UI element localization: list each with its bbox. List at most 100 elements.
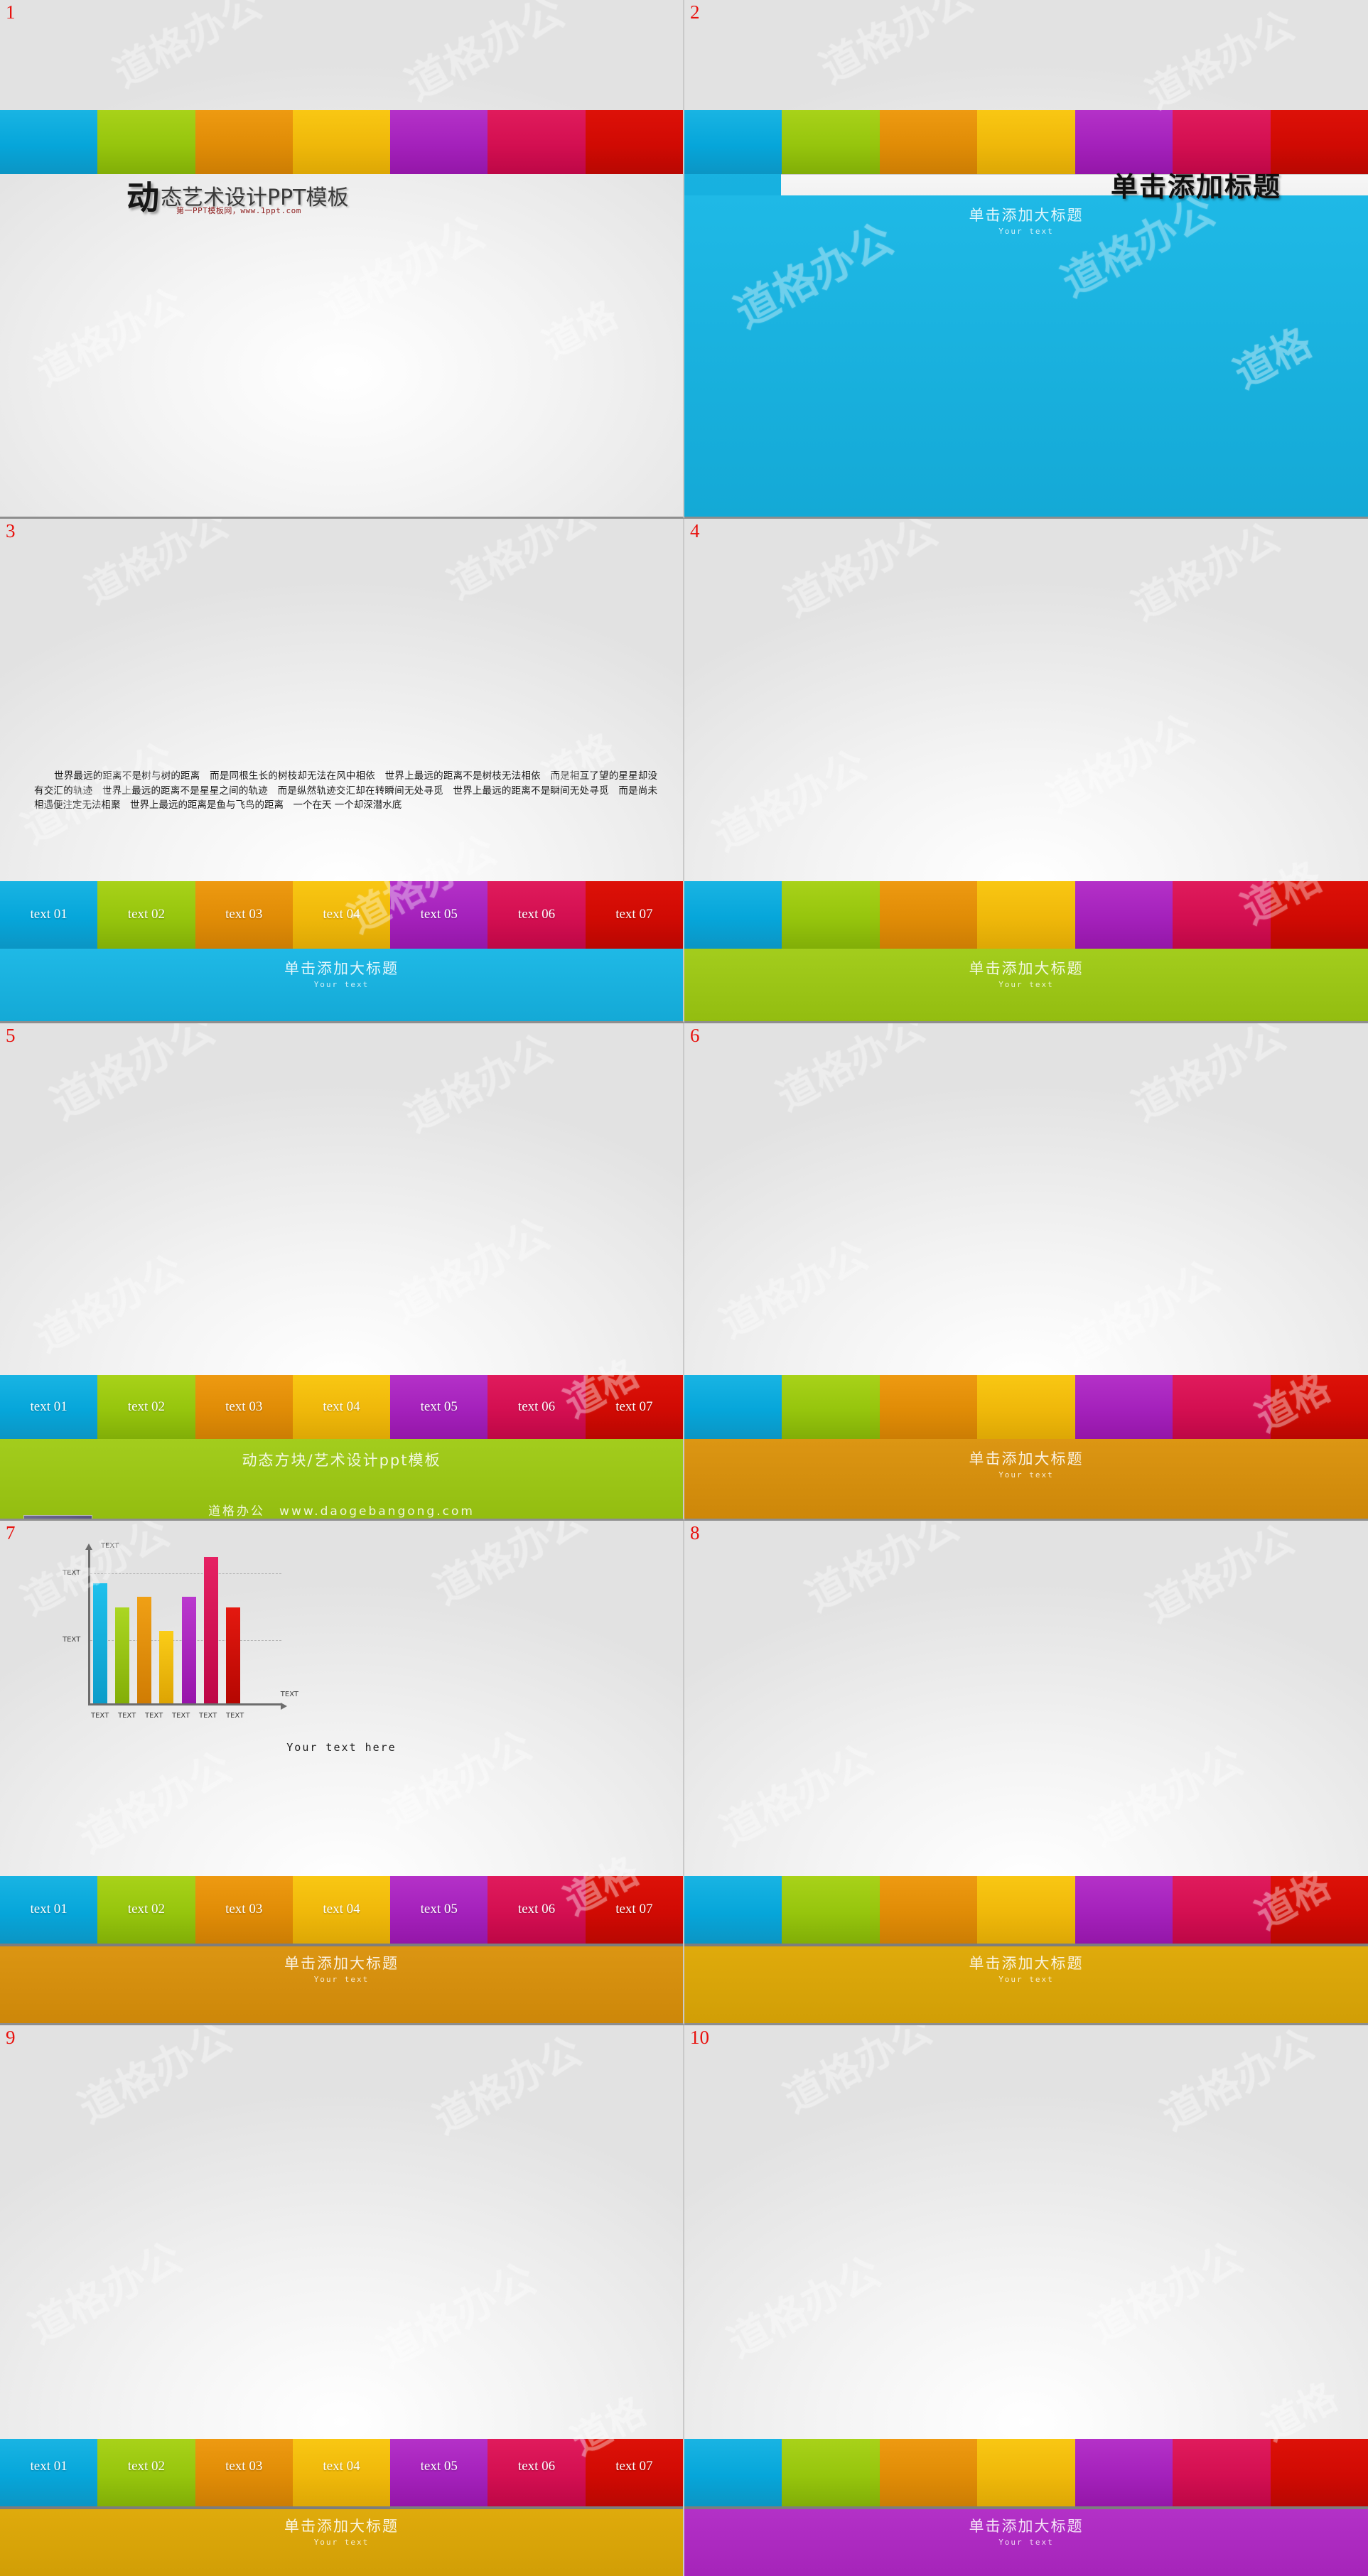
color-block-4[interactable]: [977, 881, 1075, 949]
banner-subtitle: Your text: [998, 1470, 1054, 1480]
color-block-6[interactable]: text 06: [488, 2439, 586, 2506]
color-block-2[interactable]: text 02: [97, 881, 195, 949]
color-block-2[interactable]: text 02: [97, 1876, 195, 1944]
slide-number-3: 3: [6, 520, 16, 541]
slide-10[interactable]: 10 单击添加大标题 Your text 道格办公 道格办公 道格办公 道格办公…: [684, 2025, 1368, 2576]
color-block-2[interactable]: [782, 110, 880, 174]
bars-group: [93, 1549, 240, 1703]
slide-2[interactable]: 2 单击添加标题 单击添加大标题 Your text 道格办公 道格办公 道格办…: [684, 0, 1368, 519]
color-block-5[interactable]: text 05: [390, 1876, 488, 1944]
color-block-5[interactable]: [1075, 1375, 1173, 1439]
color-strip: [684, 2439, 1368, 2506]
color-block-7[interactable]: text 07: [585, 881, 683, 949]
color-block-4[interactable]: [977, 1876, 1075, 1944]
color-block-6[interactable]: text 06: [488, 881, 586, 949]
color-block-6[interactable]: [1173, 1876, 1271, 1944]
color-block-7[interactable]: text 07: [585, 1375, 683, 1439]
color-block-6[interactable]: [488, 110, 586, 174]
color-block-4[interactable]: [977, 1375, 1075, 1439]
color-block-4[interactable]: text 04: [292, 881, 391, 949]
color-block-1[interactable]: [684, 881, 782, 949]
color-block-7[interactable]: text 07: [585, 1876, 683, 1944]
color-block-5[interactable]: text 05: [390, 1375, 488, 1439]
color-block-1[interactable]: [684, 1375, 782, 1439]
slide-number-5: 5: [6, 1025, 16, 1046]
bottom-banner: 单击添加大标题 Your text: [684, 1439, 1368, 1519]
color-block-3[interactable]: [195, 110, 293, 174]
color-block-1[interactable]: text 01: [0, 881, 98, 949]
color-block-6[interactable]: [1173, 881, 1271, 949]
color-block-6[interactable]: [1173, 1375, 1271, 1439]
block-label: text 01: [30, 2459, 68, 2474]
color-block-5[interactable]: [390, 110, 488, 174]
color-block-3[interactable]: [879, 881, 978, 949]
color-block-2[interactable]: [782, 881, 880, 949]
color-block-1[interactable]: [0, 110, 98, 174]
color-block-4[interactable]: [292, 110, 391, 174]
color-block-1[interactable]: [684, 110, 782, 174]
color-block-5[interactable]: text 05: [390, 881, 488, 949]
slide-4[interactable]: 4 单击添加大标题 Your text 道格办公 道格办公 道格办公 道格办公 …: [684, 519, 1368, 1023]
color-block-7[interactable]: [1270, 881, 1368, 949]
slide-number-4: 4: [690, 520, 700, 541]
color-block-4[interactable]: text 04: [292, 2439, 391, 2506]
banner-divider: [0, 2506, 683, 2509]
slide-6[interactable]: 6 单击添加大标题 Your text 道格办公 道格办公 道格办公 道格办公 …: [684, 1023, 1368, 1521]
color-block-5[interactable]: text 05: [390, 2439, 488, 2506]
color-block-3[interactable]: [879, 1375, 978, 1439]
block-label: text 05: [420, 1902, 458, 1917]
bar-2[interactable]: [115, 1607, 130, 1703]
color-block-6[interactable]: text 06: [488, 1375, 586, 1439]
color-block-1[interactable]: text 01: [0, 1375, 98, 1439]
color-block-2[interactable]: [782, 1375, 880, 1439]
color-block-1[interactable]: text 01: [0, 1876, 98, 1944]
bar-6[interactable]: [203, 1556, 218, 1703]
color-block-4[interactable]: text 04: [292, 1876, 391, 1944]
color-block-3[interactable]: [879, 110, 978, 174]
color-block-2[interactable]: text 02: [97, 1375, 195, 1439]
block-label: text 02: [127, 2459, 166, 2474]
color-block-6[interactable]: text 06: [488, 1876, 586, 1944]
slide-5[interactable]: 5 动态方块/艺术设计PPT模板 第一PPT模板网，www.1ppt.com t…: [0, 1023, 684, 1521]
bar-chart[interactable]: TEXT TEXT TEXT TEXT TEXT TEXT TEXT TEXT …: [44, 1522, 300, 1735]
color-block-5[interactable]: [1075, 881, 1173, 949]
slide-3[interactable]: 3 世界最远的距离不是树与树的距离 而是同根生长的树枝却无法在风中相依 世界上最…: [0, 519, 684, 1023]
bar-5[interactable]: [181, 1597, 196, 1703]
bar-4[interactable]: [159, 1631, 174, 1703]
color-block-2[interactable]: [97, 110, 195, 174]
color-block-2[interactable]: [782, 2439, 880, 2506]
color-block-4[interactable]: text 04: [292, 1375, 391, 1439]
color-block-5[interactable]: [1075, 2439, 1173, 2506]
color-block-7[interactable]: [1270, 1876, 1368, 1944]
color-block-1[interactable]: [684, 1876, 782, 1944]
color-block-3[interactable]: text 03: [195, 881, 293, 949]
color-block-3[interactable]: text 03: [195, 1876, 293, 1944]
color-block-3[interactable]: text 03: [195, 2439, 293, 2506]
color-block-1[interactable]: [684, 2439, 782, 2506]
color-block-1[interactable]: text 01: [0, 2439, 98, 2506]
banner-title: 动态方块/艺术设计ppt模板: [242, 1452, 441, 1469]
color-block-5[interactable]: [1075, 1876, 1173, 1944]
slide-7[interactable]: 7 TEXT TEXT TEXT TEXT TEXT TEXT TEXT TEX…: [0, 1521, 684, 2025]
color-block-7[interactable]: [1270, 1375, 1368, 1439]
color-block-7[interactable]: text 07: [585, 2439, 683, 2506]
slide-8[interactable]: 8 单击添加大标题 Your text 道格办公 道格办公 道格办公 道格办公 …: [684, 1521, 1368, 2025]
color-block-7[interactable]: [585, 110, 683, 174]
banner-subtitle: Your text: [313, 1975, 370, 1984]
bar-1[interactable]: [93, 1583, 107, 1703]
color-block-6[interactable]: [1173, 2439, 1271, 2506]
color-block-4[interactable]: [977, 110, 1075, 174]
color-block-3[interactable]: [879, 2439, 978, 2506]
slide-1[interactable]: 1 动态艺术设计PPT模板 第一PPT模板网，www.1ppt.com 道格办公…: [0, 0, 684, 519]
source-credit: 第一PPT模板网，www.1ppt.com: [176, 206, 301, 215]
slide-9[interactable]: 9 text 01 text 02 text 03 text 04 text 0…: [0, 2025, 684, 2576]
bar-3[interactable]: [137, 1597, 152, 1703]
color-block-2[interactable]: [782, 1876, 880, 1944]
color-block-7[interactable]: [1270, 110, 1368, 174]
color-block-4[interactable]: [977, 2439, 1075, 2506]
color-block-3[interactable]: [879, 1876, 978, 1944]
bar-7[interactable]: [225, 1607, 240, 1703]
color-block-3[interactable]: text 03: [195, 1375, 293, 1439]
color-block-2[interactable]: text 02: [97, 2439, 195, 2506]
color-block-7[interactable]: [1270, 2439, 1368, 2506]
